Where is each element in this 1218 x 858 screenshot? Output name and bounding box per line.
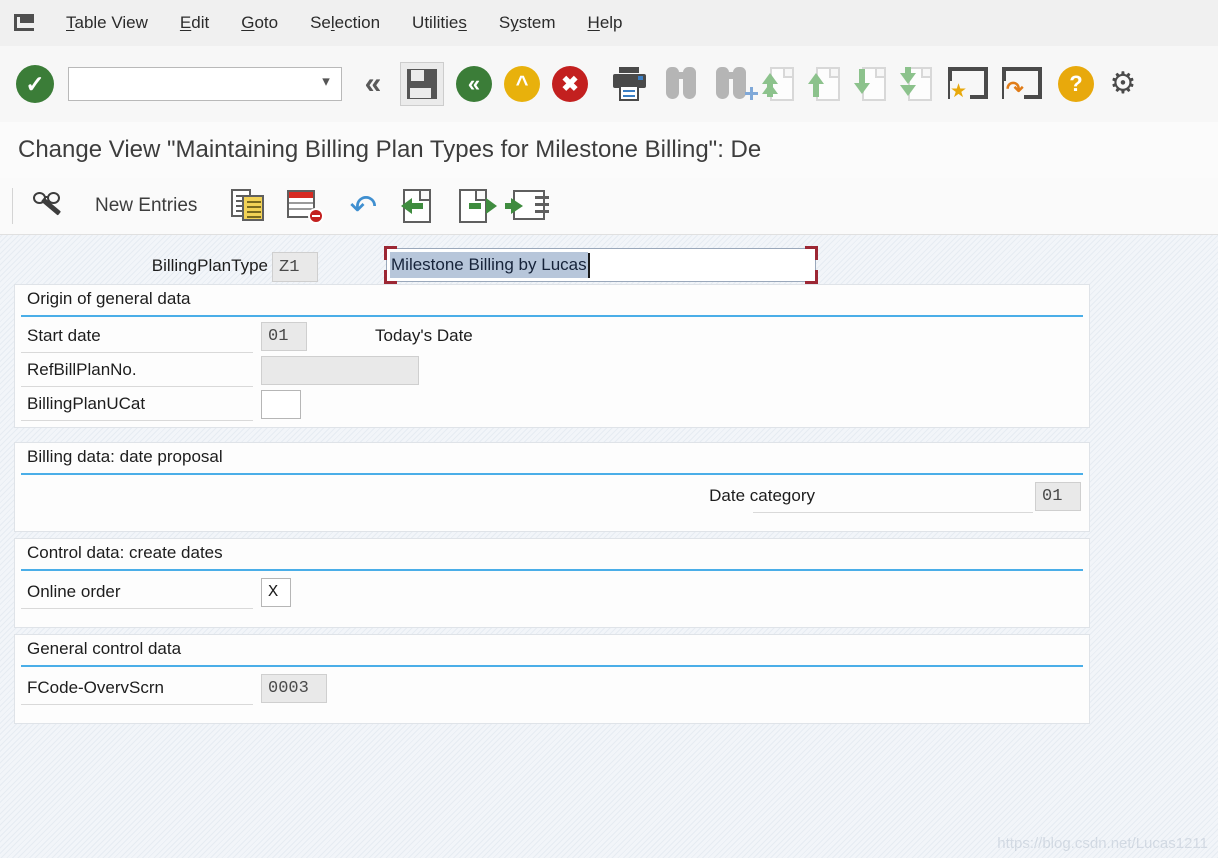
field-row-billing-plan-ucat: BillingPlanUCat — [15, 389, 1089, 421]
field-row-start-date: Start date 01 Today's Date — [15, 321, 1089, 353]
new-entries-button[interactable]: New Entries — [95, 195, 197, 217]
title-bar: Change View "Maintaining Billing Plan Ty… — [0, 122, 1218, 179]
billing-plan-type-row: BillingPlanType Z1 Milestone Billing by … — [14, 246, 1090, 288]
floppy-disk-icon[interactable] — [400, 62, 444, 106]
field-row-online-order: Online order X — [15, 577, 1089, 609]
glasses-pencil-icon[interactable] — [27, 186, 73, 226]
green-back-icon[interactable]: « — [456, 66, 492, 102]
field-row-ref-bill-plan-no: RefBillPlanNo. — [15, 355, 1089, 387]
watermark: https://blog.csdn.net/Lucas1211 — [997, 835, 1208, 852]
billing-plan-ucat-label: BillingPlanUCat — [27, 394, 146, 413]
menu-item-selection[interactable]: Selection — [294, 9, 396, 37]
previous-entry-icon[interactable] — [399, 187, 441, 225]
start-date-description: Today's Date — [375, 326, 473, 345]
group-header: Control data: create dates — [21, 539, 1083, 571]
group-control-data-create-dates: Control data: create dates Online order … — [14, 538, 1090, 628]
window-menu-icon[interactable] — [12, 12, 38, 34]
date-category-label: Date category — [709, 486, 815, 505]
green-check-icon[interactable]: ✓ — [16, 65, 54, 103]
online-order-label: Online order — [27, 582, 121, 601]
group-origin-of-general-data: Origin of general data Start date 01 Tod… — [14, 284, 1090, 428]
toolbar-divider — [12, 188, 13, 224]
next-page-icon[interactable] — [854, 65, 888, 103]
copy-as-icon[interactable] — [229, 187, 271, 225]
page-title: Change View "Maintaining Billing Plan Ty… — [18, 136, 762, 163]
select-entries-icon[interactable] — [505, 187, 553, 225]
billing-plan-type-label: BillingPlanType — [151, 256, 268, 275]
focus-bracket — [805, 270, 818, 284]
application-toolbar: New Entries ↶ — [0, 178, 1218, 235]
next-entry-icon[interactable] — [455, 187, 498, 225]
sap-gui-window: Table View Edit Goto Selection Utilities… — [0, 0, 1218, 858]
double-chevron-left-icon[interactable]: « — [354, 69, 392, 99]
first-page-icon[interactable] — [762, 65, 796, 103]
command-field[interactable]: ▾ — [68, 67, 342, 101]
ref-bill-plan-no-label: RefBillPlanNo. — [27, 360, 137, 379]
last-page-icon[interactable] — [900, 65, 934, 103]
system-toolbar: ✓ ▾ « « ^ ✖ ★ ↷ ? ⚙ — [0, 46, 1218, 123]
command-input[interactable] — [73, 69, 305, 99]
start-date-label: Start date — [27, 326, 101, 345]
date-category-field: 01 — [1035, 482, 1081, 511]
billing-plan-type-description-input[interactable]: Milestone Billing by Lucas — [384, 246, 818, 284]
focus-bracket — [384, 270, 397, 284]
delete-entry-icon[interactable] — [285, 187, 325, 225]
ref-bill-plan-no-field — [261, 356, 419, 385]
menu-item-table-view[interactable]: Table View — [50, 9, 164, 37]
menu-bar: Table View Edit Goto Selection Utilities… — [0, 0, 1218, 47]
group-title: General control data — [27, 639, 182, 658]
binoculars-plus-icon — [714, 67, 758, 101]
new-window-icon[interactable]: ↷ — [1002, 67, 1042, 101]
create-favorite-icon[interactable]: ★ — [948, 67, 988, 101]
group-title: Billing data: date proposal — [27, 447, 223, 466]
help-question-icon[interactable]: ? — [1058, 66, 1094, 102]
printer-icon[interactable] — [610, 65, 650, 103]
menu-item-system[interactable]: System — [483, 9, 572, 37]
group-header: General control data — [21, 635, 1083, 667]
billing-plan-type-key-field: Z1 — [272, 252, 318, 282]
group-header: Origin of general data — [21, 285, 1083, 317]
menu-item-edit[interactable]: Edit — [164, 9, 225, 37]
gear-icon[interactable]: ⚙ — [1104, 69, 1142, 99]
group-billing-data-date-proposal: Billing data: date proposal Date categor… — [14, 442, 1090, 532]
online-order-field[interactable]: X — [261, 578, 291, 607]
focus-bracket — [805, 246, 818, 260]
previous-page-icon[interactable] — [808, 65, 842, 103]
screen-body: BillingPlanType Z1 Milestone Billing by … — [0, 234, 1218, 858]
group-header: Billing data: date proposal — [21, 443, 1083, 475]
billing-plan-type-description-value: Milestone Billing by Lucas — [390, 252, 588, 278]
text-cursor — [588, 253, 590, 278]
undo-arrow-icon[interactable]: ↶ — [341, 190, 385, 223]
binoculars-icon — [664, 67, 700, 101]
chevron-down-icon[interactable]: ▾ — [319, 74, 333, 89]
group-title: Origin of general data — [27, 289, 191, 308]
group-title: Control data: create dates — [27, 543, 223, 562]
menu-item-utilities[interactable]: Utilities — [396, 9, 483, 37]
menu-item-help[interactable]: Help — [572, 9, 639, 37]
start-date-field: 01 — [261, 322, 307, 351]
fcode-overvscrn-label: FCode-OvervScrn — [27, 678, 164, 697]
red-cancel-icon[interactable]: ✖ — [552, 66, 588, 102]
field-row-date-category: Date category 01 — [15, 481, 1089, 513]
menu-item-goto[interactable]: Goto — [225, 9, 294, 37]
focus-bracket — [384, 246, 397, 260]
field-row-fcode-overvscrn: FCode-OvervScrn 0003 — [15, 673, 1089, 705]
group-general-control-data: General control data FCode-OvervScrn 000… — [14, 634, 1090, 724]
yellow-up-icon[interactable]: ^ — [504, 66, 540, 102]
fcode-overvscrn-field: 0003 — [261, 674, 327, 703]
billing-plan-ucat-field[interactable] — [261, 390, 301, 419]
